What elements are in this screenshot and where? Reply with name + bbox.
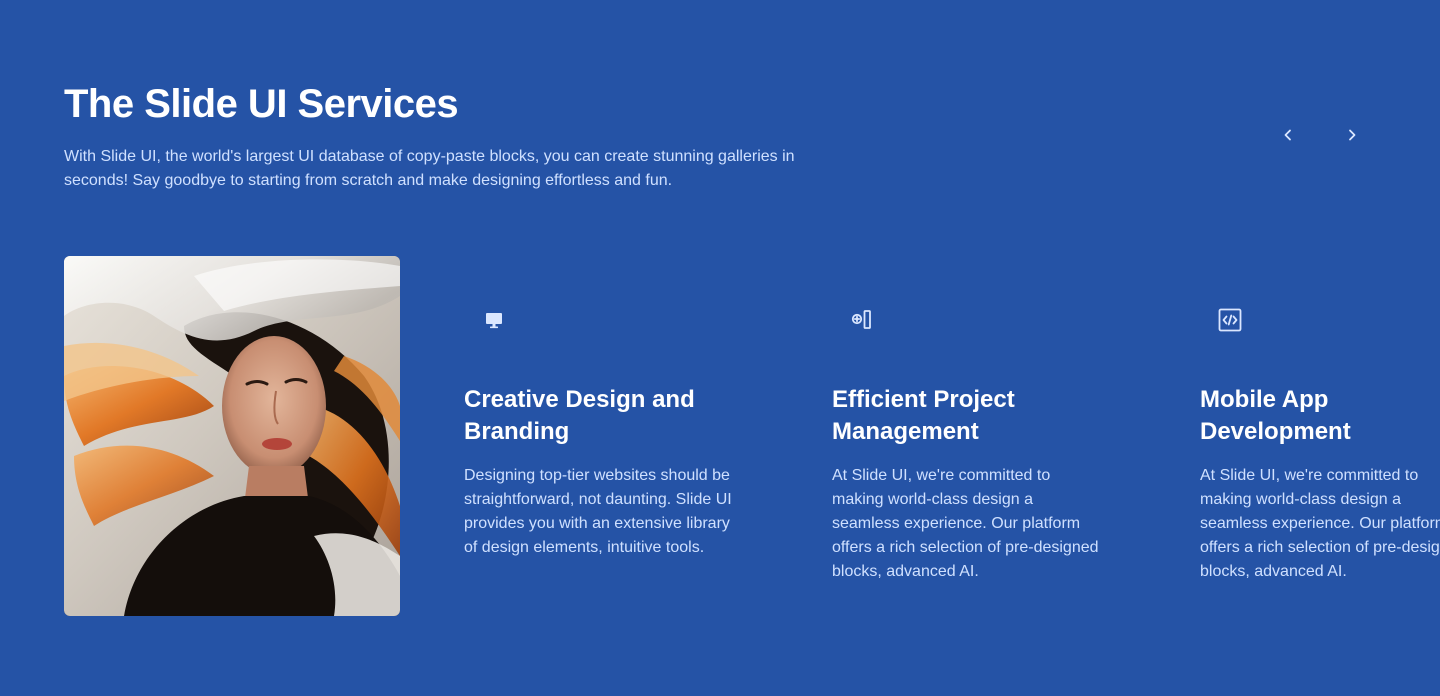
service-title: Mobile App Development <box>1200 386 1351 445</box>
code-icon <box>1216 306 1244 334</box>
monitor-icon <box>480 306 508 334</box>
carousel-next-button[interactable] <box>1336 120 1368 152</box>
chevron-left-icon <box>1280 127 1296 146</box>
hero-image <box>64 256 400 616</box>
service-title: Creative Design and Branding <box>464 386 695 445</box>
section-title: The Slide UI Services <box>64 82 459 126</box>
carousel-prev-button[interactable] <box>1272 120 1304 152</box>
chevron-right-icon <box>1344 127 1360 146</box>
service-description: Designing top-tier websites should be st… <box>464 467 732 556</box>
services-section: The Slide UI Services With Slide UI, the… <box>0 0 1440 696</box>
section-subtitle: With Slide UI, the world's largest UI da… <box>64 148 795 189</box>
service-title: Efficient Project Management <box>832 386 1015 445</box>
service-description: At Slide UI, we're committed to making w… <box>1200 467 1440 580</box>
service-description: At Slide UI, we're committed to making w… <box>832 467 1099 580</box>
add-column-icon <box>848 306 876 334</box>
